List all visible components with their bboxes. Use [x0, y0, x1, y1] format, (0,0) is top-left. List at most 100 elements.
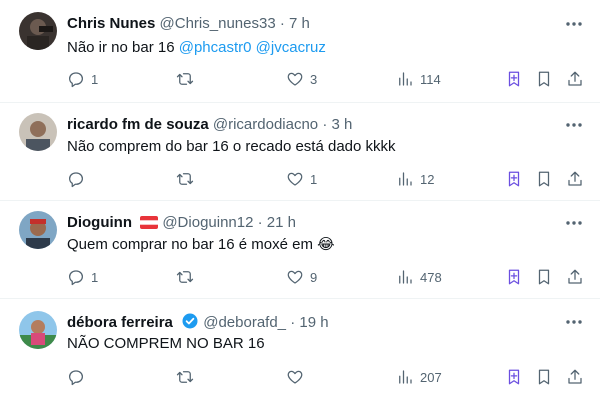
more-icon[interactable] [564, 312, 584, 332]
mentions-link[interactable]: @phcastr0 @jvcacruz [179, 39, 326, 56]
bookmark-button[interactable] [535, 267, 553, 287]
display-name[interactable]: Chris Nunes [67, 15, 155, 32]
views-button[interactable]: 207 [396, 367, 442, 387]
retweet-button[interactable] [176, 69, 200, 89]
grok-button[interactable] [505, 267, 523, 287]
like-button[interactable]: 9 [286, 267, 317, 287]
views-button[interactable]: 12 [396, 169, 434, 189]
like-button[interactable] [286, 367, 310, 387]
handle[interactable]: @ricardodiacno [213, 116, 318, 133]
share-icon [568, 269, 582, 284]
timestamp[interactable]: 21 h [267, 214, 296, 231]
grok-icon [508, 269, 520, 285]
action-bar: 1 3 114 [0, 69, 600, 89]
tweet[interactable]: Dioguinn @Dioguinn12 · 21 h Quem comprar… [0, 201, 600, 299]
display-name[interactable]: ricardo fm de souza [67, 116, 209, 133]
handle[interactable]: @deborafd_ [203, 314, 286, 331]
retweet-icon [176, 371, 194, 383]
tweet-header: ricardo fm de souza @ricardodiacno · 3 h [67, 115, 352, 135]
retweet-button[interactable] [176, 169, 200, 189]
grok-button[interactable] [505, 367, 523, 387]
grok-icon [508, 171, 520, 187]
display-name[interactable]: débora ferreira [67, 314, 173, 331]
tweet[interactable]: ricardo fm de souza @ricardodiacno · 3 h… [0, 103, 600, 201]
views-button[interactable]: 478 [396, 267, 442, 287]
views-icon [399, 172, 412, 186]
views-icon [399, 270, 412, 284]
separator: · [290, 314, 296, 331]
tweet-text: Quem comprar no bar 16 é moxé em 😂 [67, 235, 335, 255]
share-button[interactable] [566, 169, 584, 189]
share-icon [568, 369, 582, 384]
reply-icon [68, 172, 84, 188]
like-icon [287, 172, 303, 186]
like-button[interactable]: 1 [286, 169, 317, 189]
separator: · [257, 214, 263, 231]
share-button[interactable] [566, 367, 584, 387]
tweet[interactable]: débora ferreira @deborafd_ · 19 h NÃO CO… [0, 299, 600, 407]
more-icon[interactable] [564, 213, 584, 233]
bookmark-button[interactable] [535, 367, 553, 387]
grok-icon [508, 369, 520, 385]
reply-button[interactable]: 1 [67, 267, 98, 287]
tweet-text-plain: Não ir no bar 16 [67, 39, 179, 56]
share-button[interactable] [566, 267, 584, 287]
tweet-text: NÃO COMPREM NO BAR 16 [67, 334, 265, 354]
tweet-text-plain: Quem comprar no bar 16 é moxé em [67, 236, 318, 253]
timestamp[interactable]: 19 h [299, 314, 328, 331]
reply-count: 1 [91, 71, 99, 87]
action-bar: 1 12 [0, 169, 600, 189]
grok-button[interactable] [505, 169, 523, 189]
more-icon[interactable] [564, 115, 584, 135]
grok-icon [508, 71, 520, 87]
handle[interactable]: @Chris_nunes33 [160, 15, 276, 32]
tweet[interactable]: Chris Nunes @Chris_nunes33 · 7 h Não ir … [0, 0, 600, 103]
reply-icon [68, 270, 84, 286]
reply-button[interactable] [67, 169, 91, 189]
bookmark-icon [538, 369, 550, 385]
bookmark-button[interactable] [535, 169, 553, 189]
timestamp[interactable]: 7 h [289, 15, 310, 32]
reply-icon [68, 72, 84, 88]
bookmark-button[interactable] [535, 69, 553, 89]
view-count: 12 [420, 171, 435, 187]
reply-feed: Chris Nunes @Chris_nunes33 · 7 h Não ir … [0, 0, 610, 407]
bookmark-icon [538, 71, 550, 87]
austria-flag-icon [140, 215, 159, 235]
retweet-icon [176, 173, 194, 185]
like-button[interactable]: 3 [286, 69, 317, 89]
tweet-text: Não comprem do bar 16 o recado está dado… [67, 137, 396, 157]
share-icon [568, 71, 582, 86]
views-button[interactable]: 114 [396, 69, 441, 89]
like-count: 3 [310, 71, 318, 87]
avatar[interactable] [19, 311, 57, 349]
grok-button[interactable] [505, 69, 523, 89]
tweet-text-plain: Não comprem do bar 16 o recado está dado… [67, 138, 396, 155]
avatar[interactable] [19, 12, 57, 50]
share-button[interactable] [566, 69, 584, 89]
laughing-emoji: 😂 [317, 236, 335, 253]
views-icon [399, 370, 412, 384]
views-icon [399, 72, 412, 86]
verified-badge-icon [181, 312, 199, 336]
tweet-text-plain: NÃO COMPREM NO BAR 16 [67, 335, 265, 352]
reply-button[interactable]: 1 [67, 69, 98, 89]
retweet-button[interactable] [176, 267, 200, 287]
reply-count: 1 [91, 269, 99, 285]
reply-button[interactable] [67, 367, 91, 387]
avatar[interactable] [19, 113, 57, 151]
handle[interactable]: @Dioguinn12 [162, 214, 253, 231]
tweet-header: Dioguinn @Dioguinn12 · 21 h [67, 213, 296, 235]
more-icon[interactable] [564, 14, 584, 34]
like-count: 9 [310, 269, 318, 285]
avatar[interactable] [19, 211, 57, 249]
display-name[interactable]: Dioguinn [67, 214, 132, 231]
timestamp[interactable]: 3 h [332, 116, 353, 133]
view-count: 114 [420, 71, 441, 87]
like-icon [287, 370, 303, 384]
like-count: 1 [310, 171, 318, 187]
action-bar: 1 9 478 [0, 267, 600, 287]
retweet-button[interactable] [176, 367, 200, 387]
tweet-header: débora ferreira @deborafd_ · 19 h [67, 312, 329, 336]
tweet-text: Não ir no bar 16 @phcastr0 @jvcacruz [67, 38, 326, 58]
